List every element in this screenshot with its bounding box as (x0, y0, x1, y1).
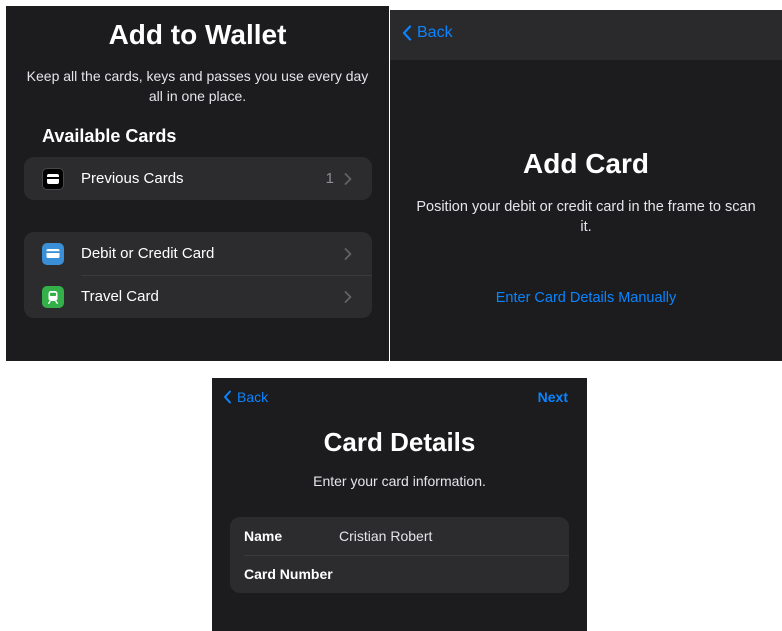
card-details-screen: Back Next Card Details Enter your card i… (212, 378, 587, 631)
back-label: Back (417, 24, 453, 41)
previous-cards-count: 1 (325, 170, 334, 187)
back-button[interactable]: Back (402, 24, 453, 42)
page-title: Card Details (323, 427, 476, 457)
travel-card-row[interactable]: Travel Card (24, 275, 372, 318)
enter-card-details-manually-link[interactable]: Enter Card Details Manually (390, 290, 782, 306)
debit-credit-card-label: Debit or Credit Card (81, 245, 215, 262)
chevron-left-icon (224, 390, 231, 404)
back-button[interactable]: Back (223, 389, 268, 405)
debit-credit-card-row[interactable]: Debit or Credit Card (24, 232, 372, 275)
page-title: Add to Wallet (108, 19, 287, 50)
add-to-wallet-screen: Add to Wallet Keep all the cards, keys a… (6, 6, 389, 361)
page-subtitle: Position your debit or credit card in th… (416, 199, 756, 235)
name-value[interactable]: Cristian Robert (339, 528, 432, 544)
page-title: Add Card (523, 148, 649, 179)
train-icon (42, 285, 64, 308)
chevron-left-icon (402, 25, 412, 41)
page-subtitle: Enter your card information. (313, 473, 486, 489)
name-field[interactable]: Name Cristian Robert (230, 517, 569, 555)
card-number-label: Card Number (244, 566, 333, 582)
name-label: Name (244, 528, 283, 544)
navigation-bar: Back (390, 10, 782, 60)
chevron-right-icon (344, 172, 358, 185)
page-subtitle: Keep all the cards, keys and passes you … (26, 68, 369, 104)
card-details-form: Name Cristian Robert Card Number (230, 517, 569, 593)
wallet-icon (42, 167, 64, 190)
travel-card-label: Travel Card (81, 288, 159, 305)
card-types-group: Debit or Credit Card Travel Card (24, 232, 372, 318)
chevron-right-icon (344, 247, 358, 260)
previous-cards-group: Previous Cards 1 (24, 157, 372, 200)
chevron-right-icon (344, 290, 358, 303)
next-button[interactable]: Next (538, 389, 568, 405)
credit-card-icon (42, 242, 64, 265)
section-title: Available Cards (42, 126, 177, 146)
add-card-screen: Back Add Card Position your debit or cre… (390, 10, 782, 361)
previous-cards-label: Previous Cards (81, 170, 184, 187)
previous-cards-row[interactable]: Previous Cards 1 (24, 157, 372, 200)
back-label: Back (237, 389, 269, 405)
card-number-field[interactable]: Card Number (230, 555, 569, 593)
